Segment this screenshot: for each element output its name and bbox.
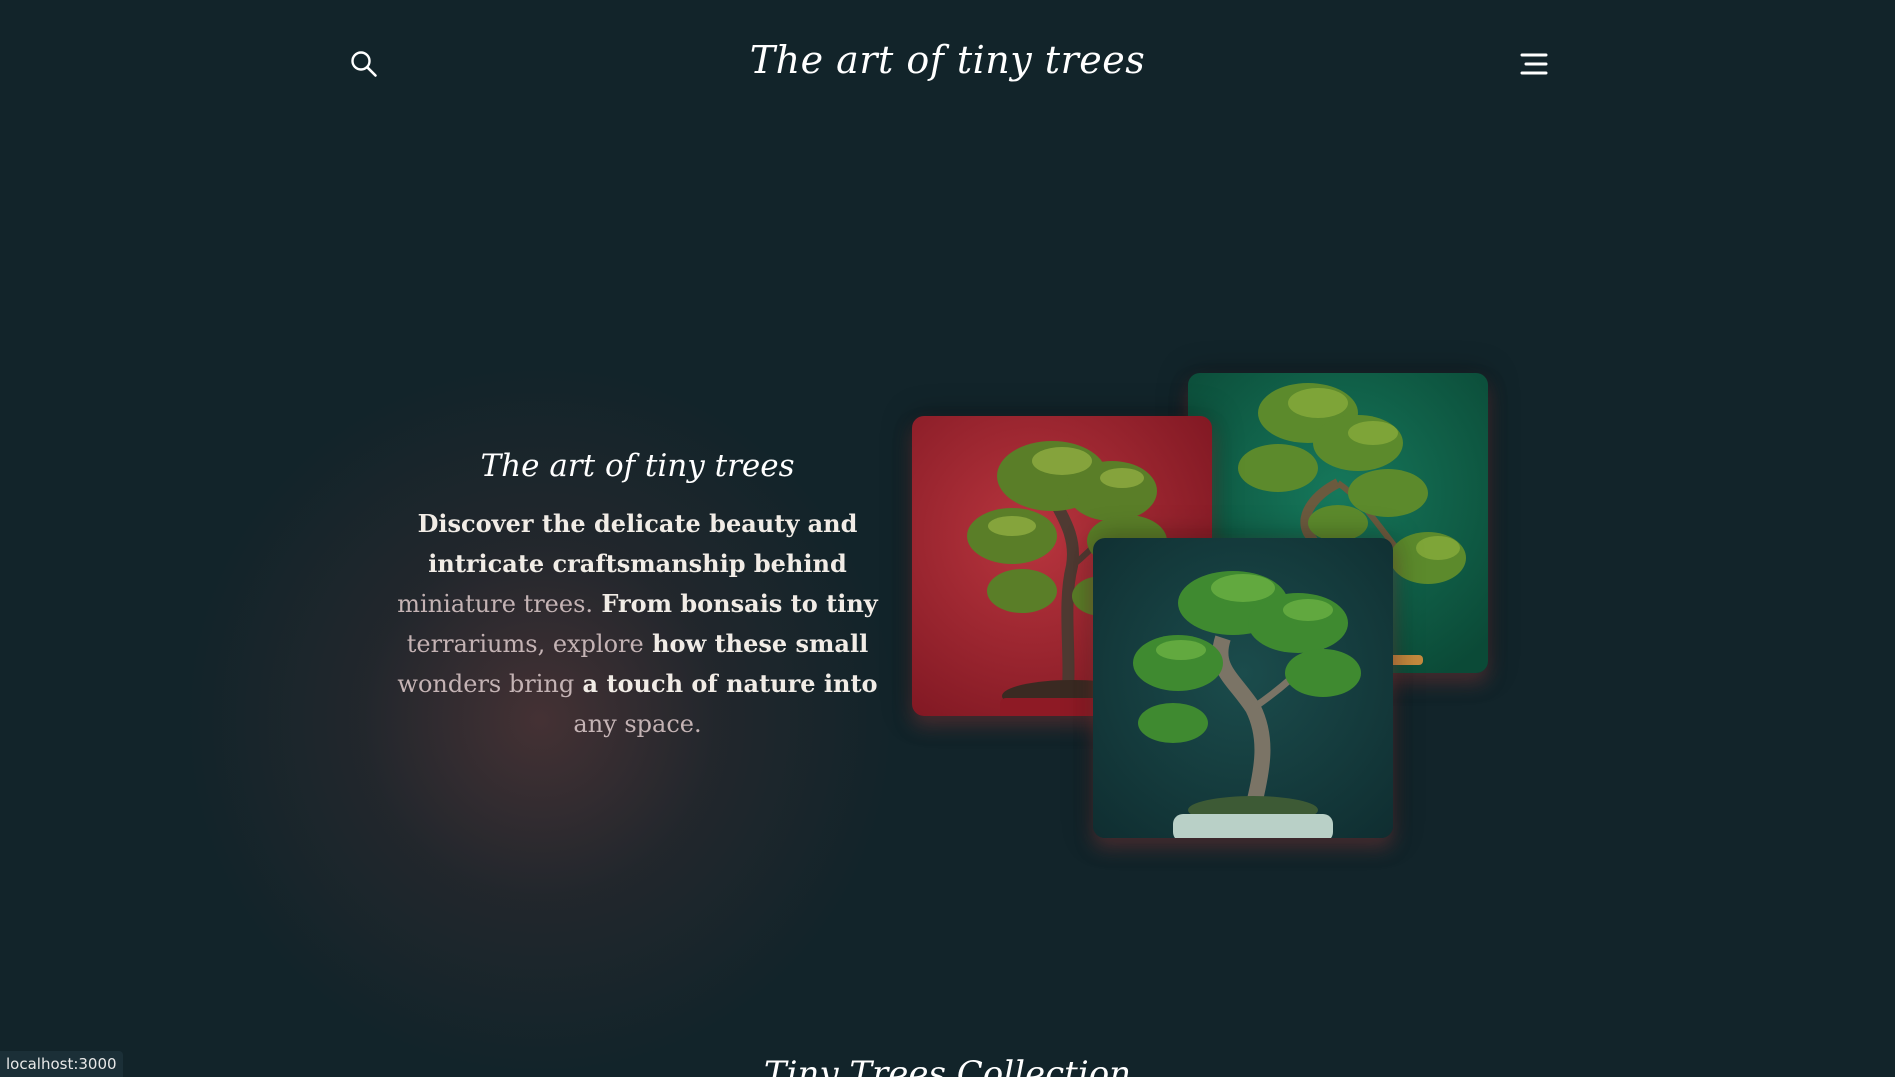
hero-desc-segment: miniature trees. — [397, 590, 594, 618]
hero-desc-segment: From bonsais to tiny — [593, 589, 878, 618]
site-title[interactable]: The art of tiny trees — [0, 38, 1895, 82]
menu-button[interactable] — [1514, 44, 1554, 84]
hero-description: Discover the delicate beauty and intrica… — [390, 504, 885, 744]
hero-text: The art of tiny trees Discover the delic… — [390, 448, 885, 744]
collection-title: Tiny Trees Collection — [763, 1054, 1132, 1077]
hero-desc-segment: any space. — [573, 710, 702, 738]
hero-desc-segment: how these small — [643, 629, 869, 658]
hero-desc-segment: wonders bring — [397, 670, 575, 698]
hero-heading: The art of tiny trees — [480, 448, 795, 484]
hamburger-menu-icon — [1520, 53, 1548, 75]
bonsai-teal-background-image[interactable] — [1093, 538, 1393, 838]
status-bar-url: localhost:3000 — [0, 1051, 123, 1077]
hero-desc-segment: terrariums, explore — [406, 630, 644, 658]
hero-desc-segment: a touch of nature into — [574, 669, 878, 698]
site-header: The art of tiny trees — [0, 0, 1895, 126]
hero-desc-segment: Discover the delicate beauty and intrica… — [417, 509, 858, 578]
